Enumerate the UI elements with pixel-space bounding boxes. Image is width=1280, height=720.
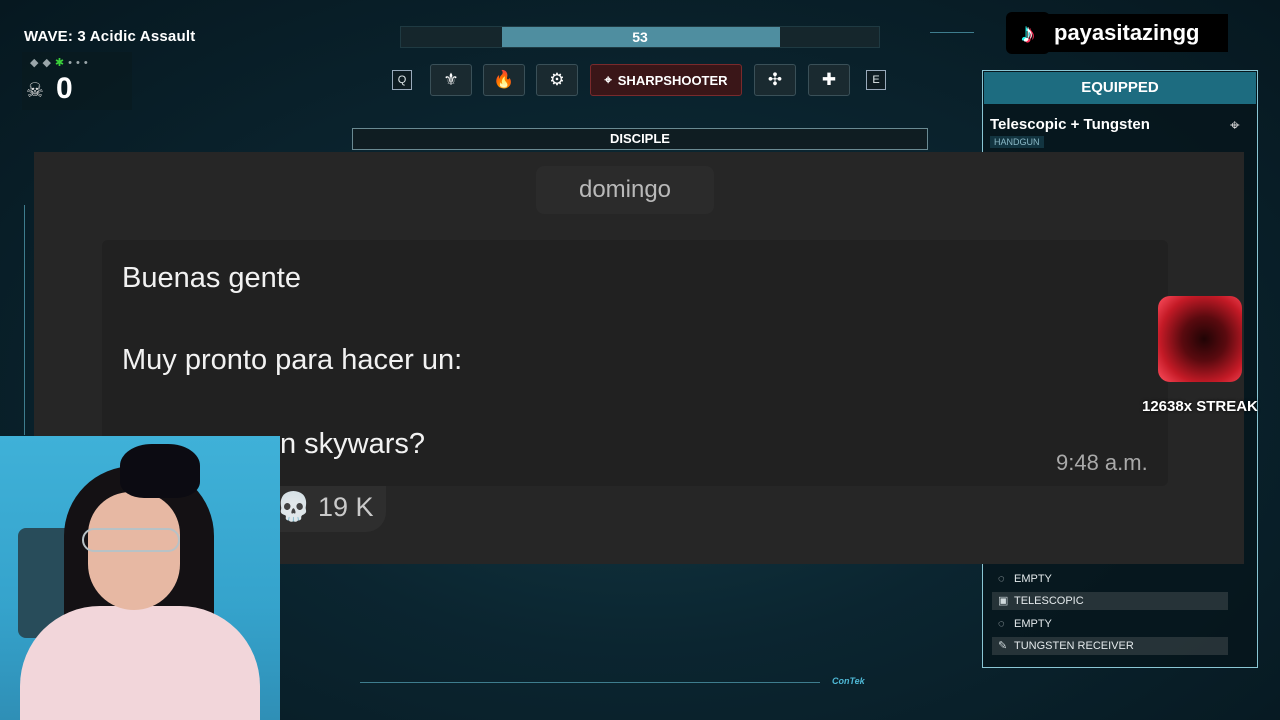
webcam-feed (0, 436, 280, 720)
key-hint-q: Q (392, 70, 412, 90)
streak-gem-icon (1158, 296, 1242, 382)
key-hint-e: E (866, 70, 886, 90)
fire-icon[interactable]: 🔥 (483, 64, 525, 96)
hud-line-left (24, 205, 25, 435)
rank-icon[interactable]: ⚜ (430, 64, 472, 96)
reaction-count: 19 K (318, 492, 374, 522)
skull-reaction-icon: 💀 (276, 491, 311, 522)
gear-icon[interactable]: ⚙ (536, 64, 578, 96)
attachment-label: TUNGSTEN RECEIVER (1014, 640, 1134, 652)
message-time: 9:48 a.m. (1056, 450, 1148, 475)
ability-sharpshooter-label: SHARPSHOOTER (617, 72, 728, 88)
message-line-3: n skywars? (280, 428, 426, 460)
attachment-label: EMPTY (1014, 618, 1052, 630)
scope-slot-icon: ◌ (998, 573, 1005, 585)
triangle-blades-icon[interactable]: ✣ (754, 64, 796, 96)
tiktok-username: payasitazingg (1048, 14, 1228, 52)
muzzle-slot-icon: ◌ (998, 618, 1005, 630)
skull-icon: ☠ (26, 80, 44, 102)
equipped-header: EQUIPPED (984, 72, 1256, 104)
crosshair-icon: ⌖ (604, 72, 612, 87)
class-name-bar: DISCIPLE (352, 128, 928, 150)
weapon-type-badge: HANDGUN (990, 136, 1044, 148)
receiver-icon: ✎ (998, 640, 1008, 652)
wave-label: WAVE: 3 Acidic Assault (24, 28, 196, 45)
attachment-label: TELESCOPIC (1014, 595, 1084, 607)
attachment-label: EMPTY (1014, 573, 1052, 585)
hud-line-bottom (360, 682, 820, 683)
message-line-1: Buenas gente (122, 262, 301, 294)
medic-cross-icon[interactable]: ✚ (808, 64, 850, 96)
attachment-slot-sight[interactable]: ▣ TELESCOPIC (992, 592, 1228, 610)
sight-icon: ▣ (998, 595, 1009, 607)
kill-count: 0 (56, 72, 73, 105)
webcam-glasses (82, 528, 180, 552)
tiktok-logo-icon: ♪ (1006, 12, 1050, 54)
wave-status-box: ◆◆✱••• ☠ 0 (22, 52, 132, 110)
attachment-slot-receiver[interactable]: ✎ TUNGSTEN RECEIVER (992, 637, 1228, 655)
weapon-crosshair-icon[interactable]: ⌖ (1230, 116, 1240, 136)
wave-progress-value: 53 (632, 29, 648, 45)
attachment-slot-scope[interactable]: ◌ EMPTY (992, 570, 1228, 588)
message-line-2: Muy pronto para hacer un: (122, 344, 463, 376)
webcam-body (20, 606, 260, 720)
wave-progress-dots: ◆◆✱••• (30, 57, 92, 69)
hud-line-top-right (930, 32, 974, 33)
wave-progress-bar: 53 (400, 26, 880, 48)
weapon-name: Telescopic + Tungsten (990, 116, 1150, 133)
webcam-hair-bow (120, 444, 200, 498)
contek-watermark: ConTek (832, 676, 865, 686)
attachment-slot-muzzle[interactable]: ◌ EMPTY (992, 615, 1228, 633)
chat-day-title: domingo (536, 166, 714, 214)
ability-sharpshooter[interactable]: ⌖ SHARPSHOOTER (590, 64, 742, 96)
streak-counter: 12638x STREAK (1142, 398, 1258, 415)
